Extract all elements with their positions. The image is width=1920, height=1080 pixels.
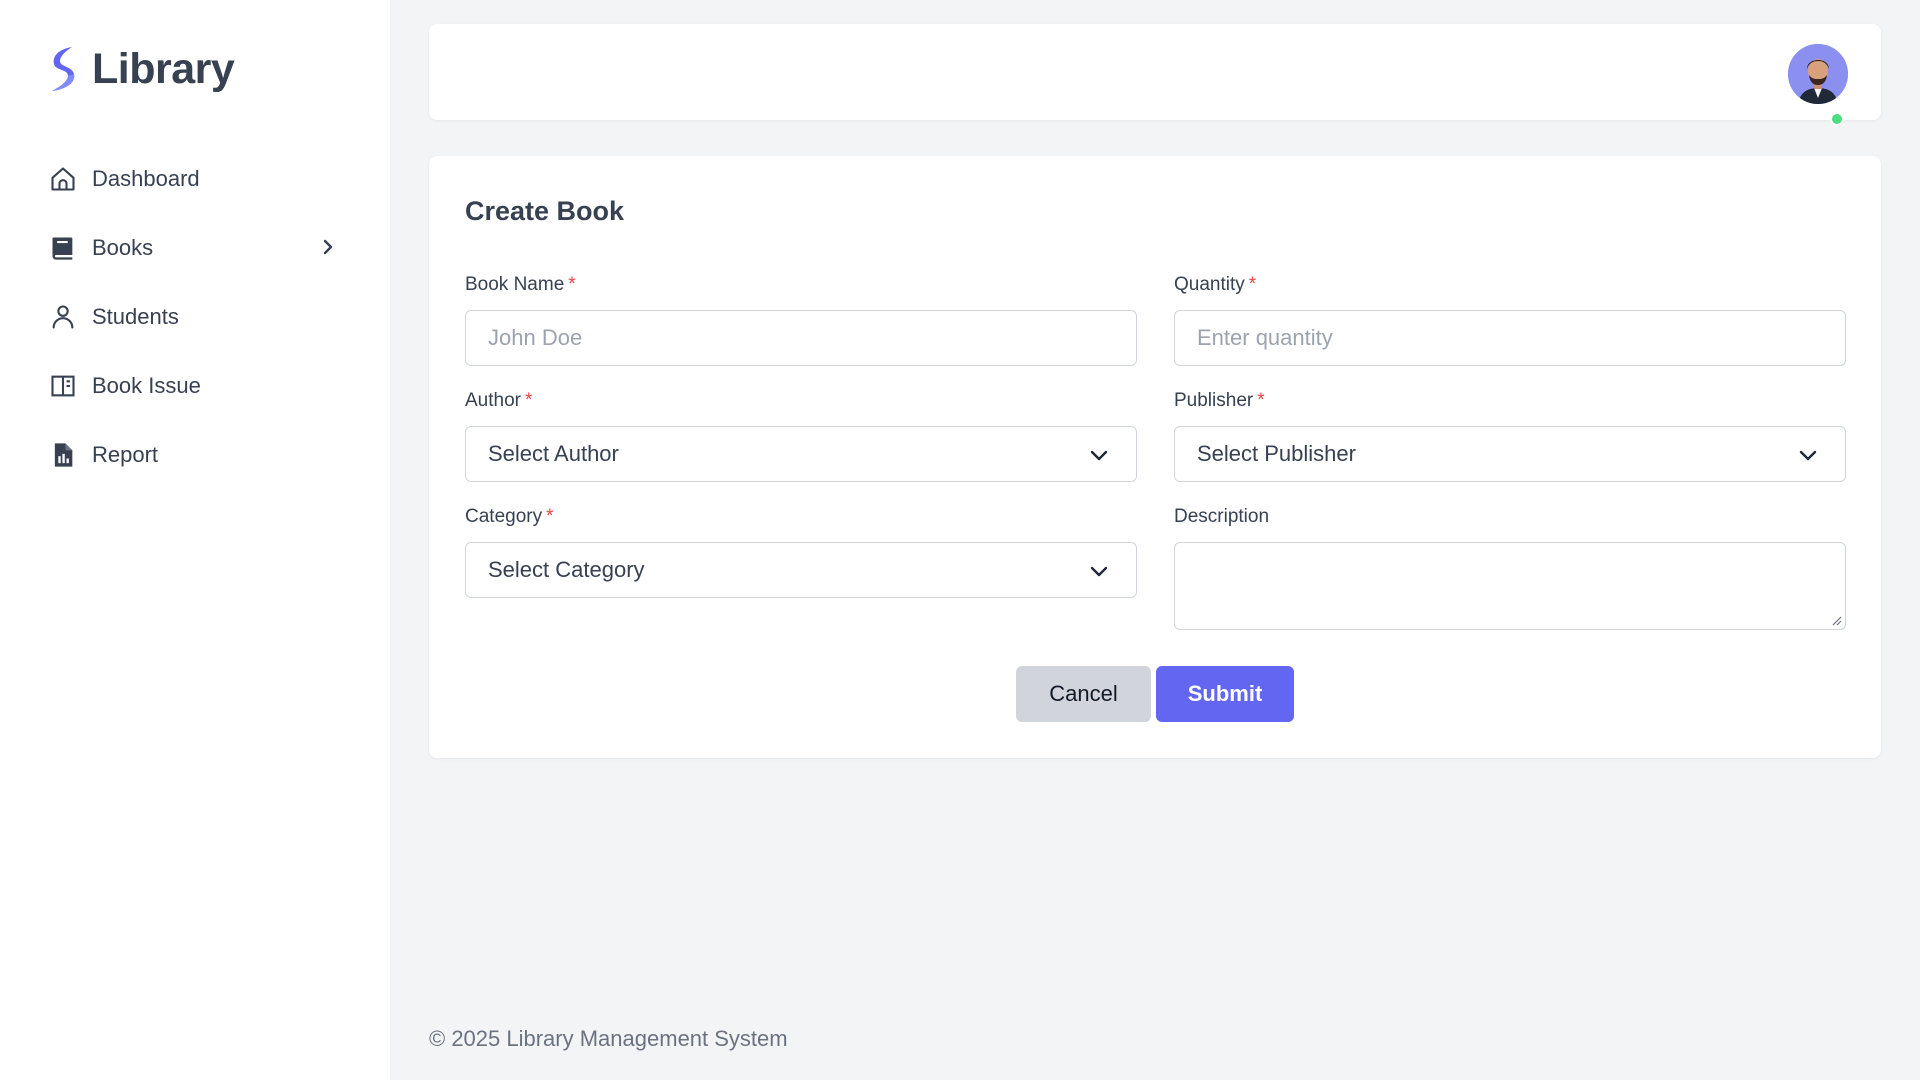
chevron-down-icon	[1090, 450, 1108, 461]
required-marker: *	[568, 274, 576, 295]
submit-button[interactable]: Submit	[1156, 666, 1294, 722]
book-name-input[interactable]: John Doe	[465, 310, 1137, 366]
sidebar: Library Dashboard Books Students Book Is…	[0, 0, 390, 1080]
quantity-label: Quantity *	[1174, 274, 1846, 300]
required-marker: *	[1257, 390, 1265, 411]
sidebar-item-label: Book Issue	[92, 372, 201, 398]
avatar[interactable]	[1788, 44, 1848, 104]
quantity-label-text: Quantity	[1174, 274, 1245, 295]
category-label: Category *	[465, 506, 1137, 532]
book-open-icon	[48, 371, 78, 401]
user-icon	[48, 302, 78, 332]
chevron-down-icon	[1799, 450, 1817, 461]
category-select[interactable]: Select Category	[465, 542, 1137, 598]
description-label: Description	[1174, 506, 1270, 527]
category-label-text: Category	[465, 506, 543, 527]
author-label-text: Author	[465, 390, 521, 411]
author-select[interactable]: Select Author	[465, 426, 1137, 482]
chevron-down-icon	[1090, 566, 1108, 577]
sidebar-item-label: Report	[92, 441, 159, 467]
brand-name: Library	[92, 44, 235, 93]
resize-handle-icon[interactable]	[1830, 614, 1842, 626]
sidebar-item-students[interactable]: Students	[48, 282, 348, 351]
publisher-field: Publisher * Select Publisher	[1174, 390, 1846, 482]
cancel-button[interactable]: Cancel	[1016, 666, 1151, 722]
author-selected-value: Select Author	[488, 441, 619, 466]
required-marker: *	[524, 390, 533, 411]
required-marker: *	[1248, 274, 1257, 295]
page-title: Create Book	[465, 196, 625, 226]
sidebar-item-label: Students	[92, 303, 179, 329]
create-book-card: Create Book Book Name * John Doe Quantity…	[429, 156, 1881, 758]
description-textarea[interactable]	[1174, 542, 1846, 630]
description-field: Description	[1174, 506, 1846, 630]
publisher-select[interactable]: Select Publisher	[1174, 426, 1846, 482]
sidebar-item-report[interactable]: Report	[48, 420, 348, 489]
sidebar-item-book-issue[interactable]: Book Issue	[48, 351, 348, 420]
avatar-image	[1788, 44, 1848, 104]
book-name-label: Book Name *	[465, 274, 1137, 300]
home-icon	[48, 164, 78, 194]
quantity-input[interactable]: Enter quantity	[1174, 310, 1846, 366]
footer-copyright: © 2025 Library Management System	[429, 1026, 788, 1051]
chevron-right-icon	[323, 239, 333, 255]
book-icon	[48, 233, 78, 263]
sidebar-nav: Dashboard Books Students Book Issue Repo…	[48, 144, 348, 489]
book-name-label-text: Book Name	[465, 274, 565, 295]
category-field: Category * Select Category	[465, 506, 1137, 598]
author-field: Author * Select Author	[465, 390, 1137, 482]
sidebar-item-dashboard[interactable]: Dashboard	[48, 144, 348, 213]
online-status-dot	[1830, 112, 1844, 126]
brand-logo-icon	[52, 47, 75, 91]
publisher-label: Publisher *	[1174, 390, 1846, 416]
top-header	[429, 24, 1881, 126]
author-label: Author *	[465, 390, 1137, 416]
sidebar-item-books[interactable]: Books	[48, 213, 348, 282]
category-selected-value: Select Category	[488, 557, 645, 582]
publisher-selected-value: Select Publisher	[1197, 441, 1356, 466]
book-name-field: Book Name * John Doe	[465, 274, 1137, 366]
brand[interactable]: Library	[46, 44, 235, 94]
sidebar-item-label: Dashboard	[92, 165, 200, 191]
quantity-field: Quantity * Enter quantity	[1174, 274, 1846, 366]
book-name-placeholder: John Doe	[488, 325, 583, 350]
publisher-label-text: Publisher	[1174, 390, 1254, 411]
sidebar-item-label: Books	[92, 234, 154, 260]
quantity-placeholder: Enter quantity	[1197, 325, 1333, 350]
required-marker: *	[546, 506, 554, 527]
report-file-icon	[48, 440, 78, 470]
